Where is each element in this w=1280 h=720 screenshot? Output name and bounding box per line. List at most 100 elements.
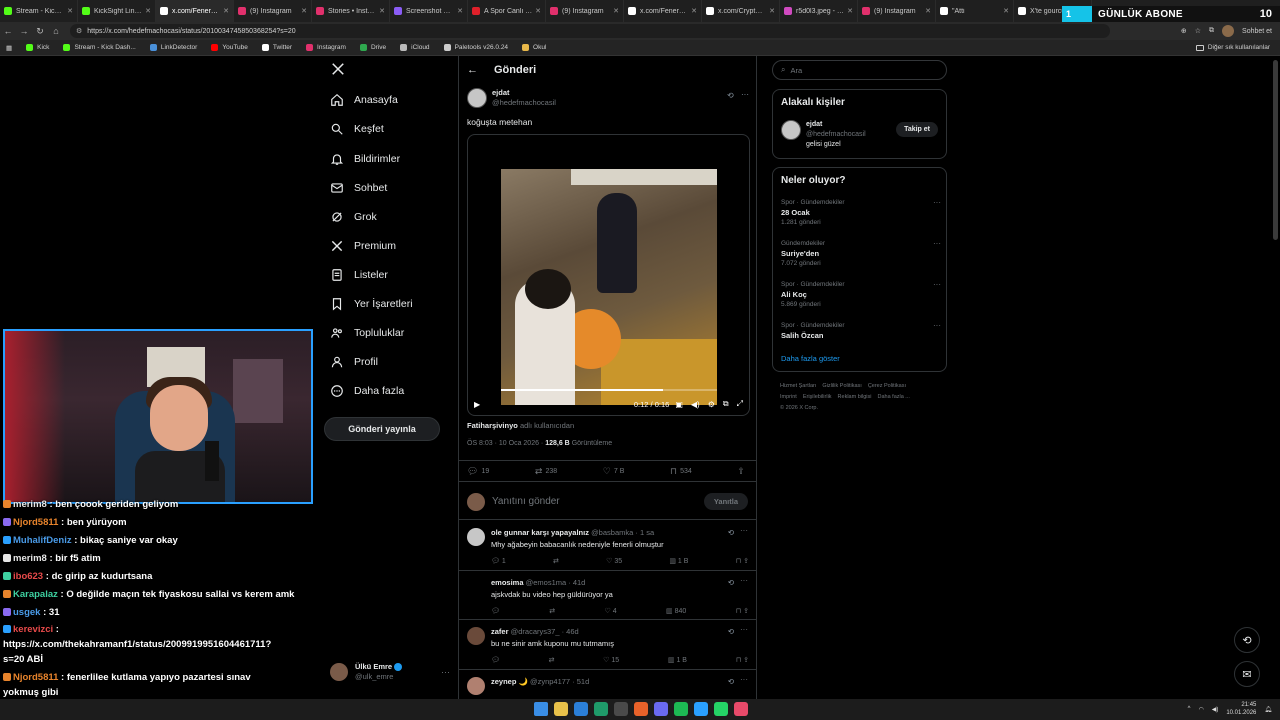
close-icon[interactable]: ✕ bbox=[67, 7, 73, 15]
notifications-icon[interactable]: 🔔︎ bbox=[1264, 706, 1272, 713]
taskbar-app-icon[interactable] bbox=[574, 702, 588, 716]
grok-icon[interactable]: ⟲ bbox=[728, 578, 734, 587]
close-icon[interactable]: ✕ bbox=[691, 7, 697, 15]
footer-link[interactable]: Erişilebilirlik bbox=[803, 394, 832, 400]
reply-item[interactable]: zeynep 🌙 @zynp4177 · 51d ⟲ ··· bbox=[459, 670, 756, 699]
chat-username[interactable]: merim8 bbox=[13, 553, 47, 564]
share-icon[interactable]: ⇪ bbox=[743, 608, 749, 615]
more-dots-icon[interactable]: ··· bbox=[740, 526, 748, 535]
close-icon[interactable]: ✕ bbox=[613, 7, 619, 15]
nav-item-mail[interactable]: Sohbet bbox=[324, 177, 387, 199]
play-icon[interactable]: ▶ bbox=[474, 400, 480, 409]
browser-tab[interactable]: Stories • Instagram✕ bbox=[312, 0, 390, 22]
related-name[interactable]: ejdat bbox=[806, 121, 822, 128]
footer-link[interactable]: Imprint bbox=[780, 394, 797, 400]
reply-item[interactable]: emosima @emos1ma · 41d ⟲ ··· ajskvdak bu vi… bbox=[459, 571, 756, 620]
taskbar-app-icon[interactable] bbox=[734, 702, 748, 716]
heart-action[interactable]: ♡ 15 bbox=[603, 656, 619, 664]
avatar[interactable] bbox=[467, 528, 485, 546]
close-icon[interactable]: ✕ bbox=[925, 7, 931, 15]
reply-author[interactable]: zafer bbox=[491, 627, 509, 636]
browser-tab[interactable]: Screenshot by Lig✕ bbox=[390, 0, 468, 22]
profile-avatar[interactable] bbox=[1222, 25, 1235, 37]
home-icon[interactable]: ⌂ bbox=[48, 26, 64, 36]
reply-author[interactable]: ole gunnar karşı yapayalnız bbox=[491, 528, 589, 537]
more-dots-icon[interactable]: ··· bbox=[933, 321, 941, 331]
volume-icon[interactable]: ◀) bbox=[691, 400, 700, 409]
nav-item-grok[interactable]: Grok bbox=[324, 206, 377, 228]
pip-icon[interactable]: ⧉ bbox=[723, 399, 729, 409]
nav-item-profile[interactable]: Profil bbox=[324, 351, 378, 373]
bookmark-icon[interactable]: ⊓ bbox=[736, 608, 743, 615]
chat-username[interactable]: Njord5811 bbox=[13, 517, 58, 528]
close-icon[interactable]: ✕ bbox=[301, 7, 307, 15]
forward-arrow-icon[interactable]: → bbox=[16, 26, 32, 36]
avatar[interactable] bbox=[781, 120, 801, 140]
footer-link[interactable]: Hizmet Şartları bbox=[780, 383, 816, 389]
close-icon[interactable]: ✕ bbox=[769, 7, 775, 15]
chat-username[interactable]: ibo623 bbox=[13, 571, 43, 582]
author-handle[interactable]: @hedefmachocasil bbox=[492, 98, 556, 108]
fullscreen-icon[interactable]: ⤢ bbox=[737, 399, 743, 409]
taskbar-app-icon[interactable] bbox=[714, 702, 728, 716]
back-arrow-icon[interactable]: ← bbox=[467, 64, 478, 76]
wifi-icon[interactable]: ◠ bbox=[1198, 706, 1203, 713]
video-progress-bar[interactable] bbox=[501, 389, 717, 391]
nav-item-people[interactable]: Topluluklar bbox=[324, 322, 404, 344]
scrollbar[interactable] bbox=[1273, 60, 1278, 240]
more-dots-icon[interactable]: ··· bbox=[441, 667, 450, 677]
nav-item-bookmark[interactable]: Yer İşaretleri bbox=[324, 293, 413, 315]
captions-icon[interactable]: ▣ bbox=[675, 400, 683, 409]
footer-link[interactable]: Çerez Politikası bbox=[868, 383, 906, 389]
avatar[interactable] bbox=[467, 627, 485, 645]
bookmark-item[interactable]: Twitter bbox=[261, 44, 292, 51]
more-dots-icon[interactable]: ··· bbox=[933, 239, 941, 249]
close-icon[interactable]: ✕ bbox=[457, 7, 463, 15]
reply-action[interactable]: 💬︎ bbox=[491, 607, 500, 615]
post-author[interactable]: ejdat @hedefmachocasil bbox=[467, 88, 556, 108]
footer-link[interactable]: © 2026 X Corp. bbox=[780, 405, 818, 411]
bookmark-icon[interactable]: ⊓ bbox=[736, 558, 743, 565]
close-icon[interactable]: ✕ bbox=[1003, 7, 1009, 15]
bookmark-item[interactable]: Okul bbox=[522, 44, 546, 51]
browser-tab[interactable]: r5d0l3.jpeg - Hızlı✕ bbox=[780, 0, 858, 22]
browser-tab[interactable]: Stream - Kick Dash✕ bbox=[0, 0, 78, 22]
chat-username[interactable]: Njord5811 bbox=[13, 672, 58, 683]
grok-icon[interactable]: ⟲ bbox=[1234, 627, 1260, 653]
repost-action[interactable]: ⇄ 238 bbox=[535, 466, 557, 477]
close-icon[interactable]: ✕ bbox=[535, 7, 541, 15]
reload-icon[interactable]: ↻ bbox=[32, 26, 48, 37]
reply-action[interactable]: 💬︎ bbox=[491, 656, 500, 664]
more-dots-icon[interactable]: ··· bbox=[741, 90, 749, 99]
taskbar-app-icon[interactable] bbox=[554, 702, 568, 716]
views-action[interactable]: ▥ 840 bbox=[666, 607, 686, 615]
chat-button[interactable]: Sohbet et bbox=[1242, 28, 1272, 35]
more-dots-icon[interactable]: ··· bbox=[740, 576, 748, 585]
more-dots-icon[interactable]: ··· bbox=[740, 625, 748, 634]
taskbar-app-icon[interactable] bbox=[694, 702, 708, 716]
nav-item-list[interactable]: Listeler bbox=[324, 264, 388, 286]
nav-item-search[interactable]: Keşfet bbox=[324, 118, 384, 140]
heart-action[interactable]: ♡ 35 bbox=[606, 557, 622, 565]
grok-icon[interactable]: ⟲ bbox=[728, 627, 734, 636]
repost-action[interactable]: ⇄ bbox=[553, 557, 559, 565]
grok-icon[interactable]: ⟲ bbox=[728, 677, 734, 686]
grok-icon[interactable]: ⟲ bbox=[727, 91, 734, 100]
browser-tab[interactable]: (9) Instagram ✕ bbox=[234, 0, 312, 22]
more-dots-icon[interactable]: ··· bbox=[740, 675, 748, 684]
reply-action[interactable]: 💬︎ 1 bbox=[491, 557, 506, 565]
reply-button[interactable]: Yanıtla bbox=[703, 493, 748, 510]
taskbar-app-icon[interactable] bbox=[534, 702, 548, 716]
chat-username[interactable]: usgek bbox=[13, 607, 40, 618]
share-action[interactable]: ⇪ bbox=[737, 466, 748, 477]
other-bookmarks[interactable]: Diğer sık kullanılanlar bbox=[1195, 44, 1270, 51]
repost-action[interactable]: ⇄ bbox=[549, 656, 555, 664]
close-icon[interactable]: ✕ bbox=[223, 7, 229, 15]
bookmark-item[interactable]: Kick bbox=[26, 44, 49, 51]
nav-item-x[interactable]: Premium bbox=[324, 235, 396, 257]
bookmark-action[interactable]: ⊓ 534 bbox=[670, 466, 692, 477]
close-icon[interactable]: ✕ bbox=[145, 7, 151, 15]
clock[interactable]: 21:45 10.01.2026 bbox=[1226, 701, 1256, 717]
browser-tab[interactable]: A Spor Canlı Yayın✕ bbox=[468, 0, 546, 22]
bookmark-item[interactable]: Instagram bbox=[306, 44, 346, 51]
